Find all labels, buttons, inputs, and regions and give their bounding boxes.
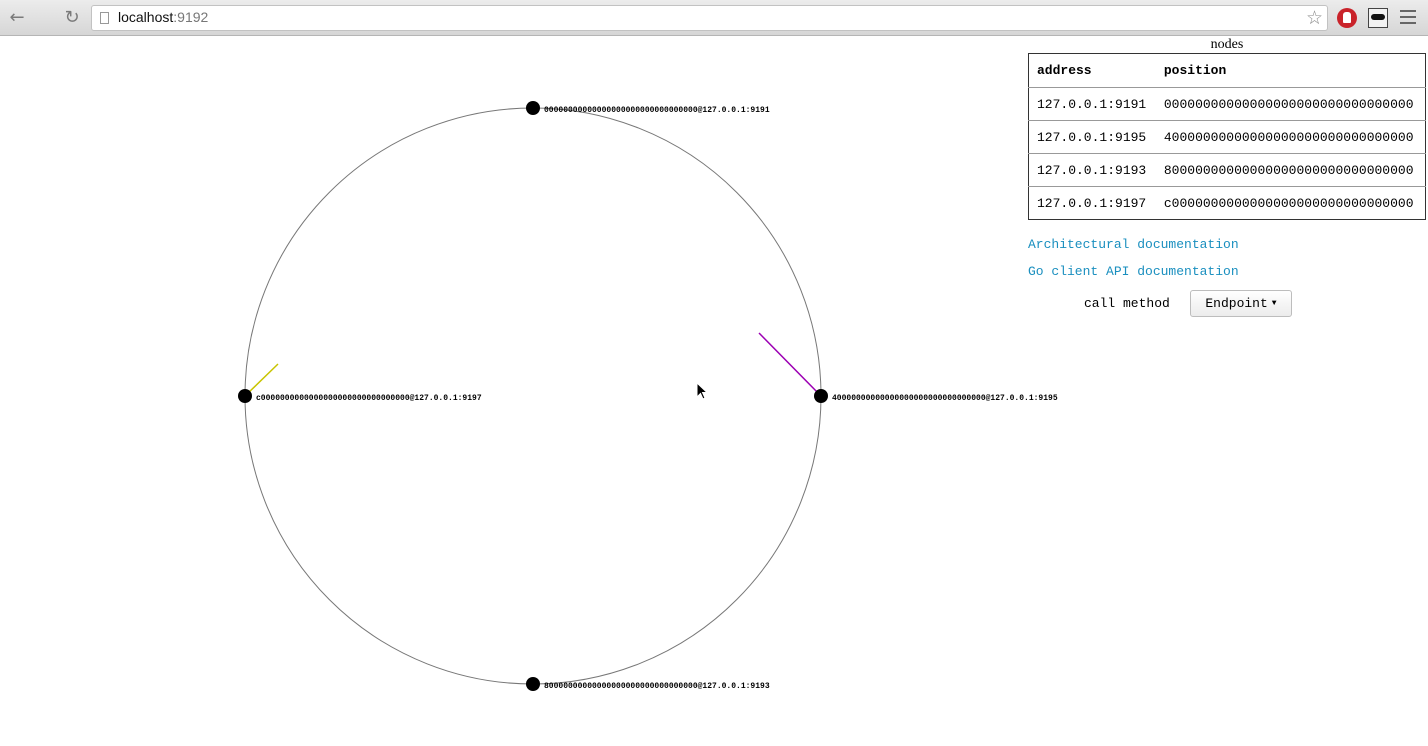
column-header-position: position [1155,53,1426,88]
node-dot[interactable] [526,677,540,691]
cell-address: 127.0.0.1:9197 [1037,195,1147,211]
url-text[interactable]: localhost:9192 [118,9,208,25]
request-line-purple [758,332,822,397]
page-icon [100,12,109,24]
node-dot[interactable] [814,389,828,403]
ring-node-9193[interactable]: 80000000000000000000000000000000@127.0.0… [526,677,770,691]
reload-icon[interactable]: ↻ [60,6,84,30]
call-method-label: call method [1084,296,1170,311]
back-arrow-icon[interactable]: ← [5,6,29,30]
ring-node-9191[interactable]: 00000000000000000000000000000000@127.0.0… [526,101,770,115]
adblock-extension-icon[interactable] [1337,8,1357,28]
nodes-panel: nodes address position 127.0.0.1:9191 00… [1028,37,1426,317]
node-label: 40000000000000000000000000000000@127.0.0… [832,394,1058,403]
cell-position: 80000000000000000000000000000000 [1155,153,1426,187]
cell-position: c0000000000000000000000000000000 [1163,195,1414,211]
cell-address: 127.0.0.1:9193 [1028,153,1156,187]
hash-ring-diagram: 00000000000000000000000000000000@127.0.0… [238,101,1058,691]
architectural-documentation-link[interactable]: Architectural documentation [1028,237,1239,252]
node-dot[interactable] [238,389,252,403]
cell-address: 127.0.0.1:9191 [1028,87,1156,121]
node-label: 80000000000000000000000000000000@127.0.0… [544,682,770,691]
call-method-value: Endpoint [1205,296,1268,311]
ring-node-9197[interactable]: c0000000000000000000000000000000@127.0.0… [238,389,482,403]
node-label: c0000000000000000000000000000000@127.0.0… [256,394,482,403]
address-bar[interactable]: localhost:9192 ☆ [91,5,1328,31]
call-method-dropdown[interactable]: Endpoint ▼ [1190,290,1292,317]
url-port: :9192 [173,9,209,25]
browser-toolbar: ← ↻ localhost:9192 ☆ [0,0,1428,36]
incognito-mask-extension-icon[interactable] [1368,8,1388,28]
table-row: 127.0.0.1:9191 0000000000000000000000000… [1028,87,1426,121]
cell-address: 127.0.0.1:9195 [1028,120,1156,154]
table-row: 127.0.0.1:9193 8000000000000000000000000… [1028,153,1426,187]
ring-node-9195[interactable]: 40000000000000000000000000000000@127.0.0… [814,389,1058,403]
table-header-row: address position [1028,53,1426,88]
url-host: localhost [118,9,174,25]
hamburger-menu-icon[interactable] [1400,10,1416,24]
table-row: 127.0.0.1:9197 c000000000000000000000000… [1029,187,1426,220]
go-client-api-documentation-link[interactable]: Go client API documentation [1028,264,1239,279]
nodes-caption: nodes [1210,37,1244,52]
bookmark-star-icon[interactable]: ☆ [1306,7,1323,29]
node-label: 00000000000000000000000000000000@127.0.0… [544,106,770,115]
column-header-address: address [1028,53,1156,88]
cell-position: 00000000000000000000000000000000 [1155,87,1426,121]
caret-down-icon: ▼ [1271,299,1277,309]
nodes-table: address position 127.0.0.1:9191 00000000… [1028,53,1426,220]
cell-position: 40000000000000000000000000000000 [1155,120,1426,154]
node-dot[interactable] [526,101,540,115]
table-row: 127.0.0.1:9195 4000000000000000000000000… [1028,120,1426,154]
mouse-cursor-icon [696,382,709,400]
